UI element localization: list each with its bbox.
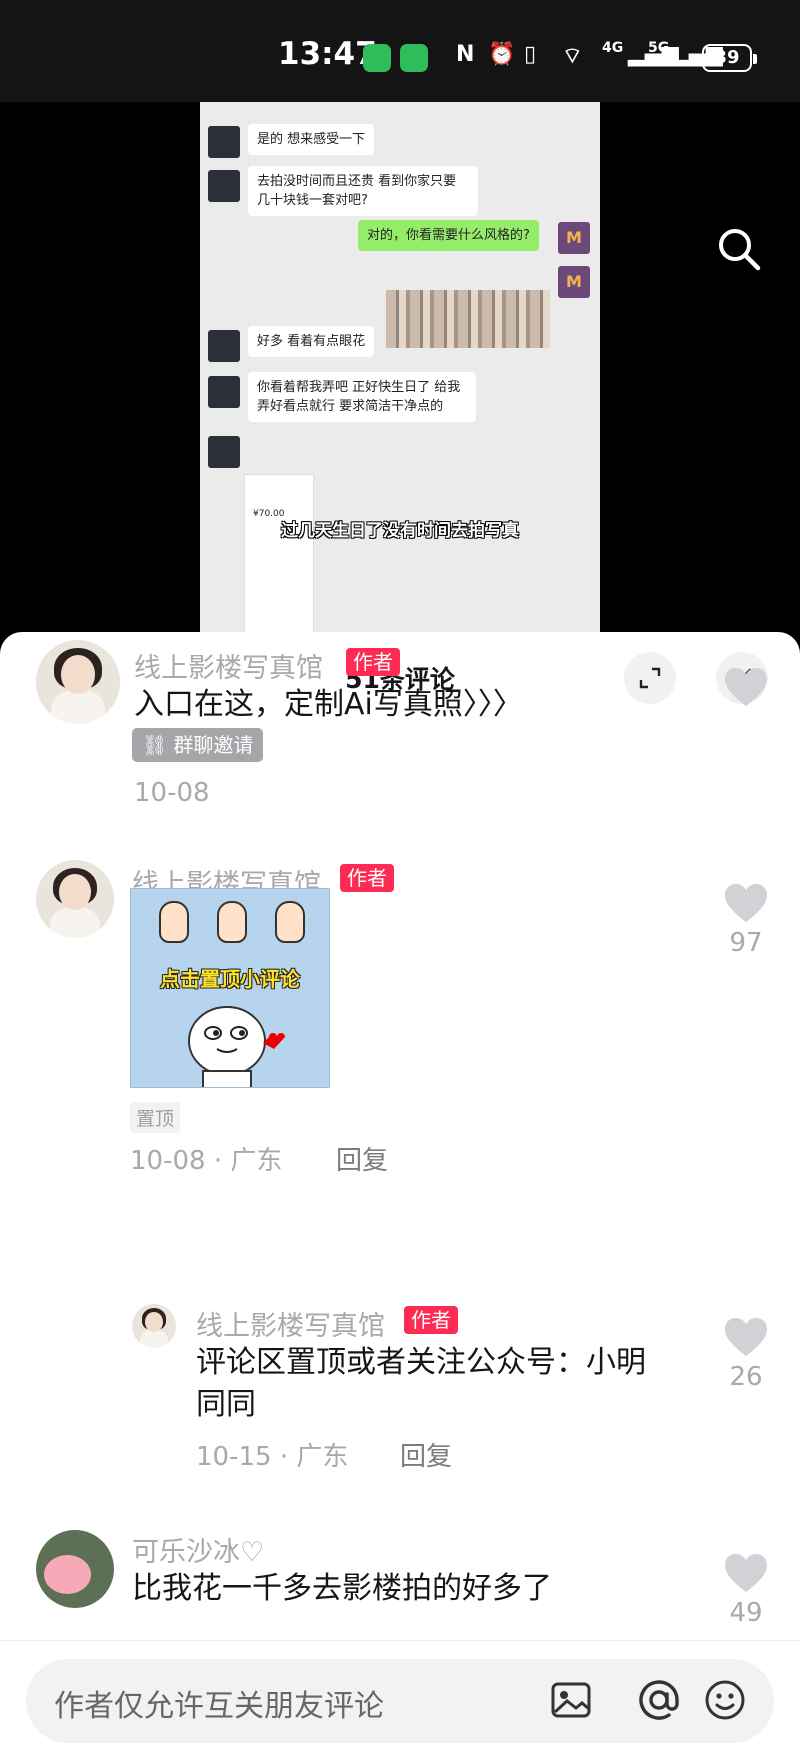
chat-avatar bbox=[208, 376, 240, 408]
chat-message: 对的，你看需要什么风格的? bbox=[358, 220, 539, 251]
comment-sticker-image[interactable]: 点击置顶小评论 bbox=[130, 888, 330, 1088]
comment-date-location: 10-08 · 广东 bbox=[130, 1146, 283, 1176]
comments-sheet: 51条评论 线上影楼写真馆 作者 入口在这，定制Ai写真照〉〉〉 ⛓ 群聊邀请 … bbox=[0, 632, 800, 1760]
comment-text: 比我花一千多去影楼拍的好多了 bbox=[132, 1571, 552, 1606]
app-notification-icon bbox=[400, 44, 428, 72]
sticker-caption: 点击置顶小评论 bbox=[160, 967, 300, 991]
battery-indicator: 39 bbox=[702, 44, 757, 72]
comment-item: 线上影楼写真馆 作者 入口在这，定制Ai写真照〉〉〉 ⛓ 群聊邀请 10-08 bbox=[0, 640, 800, 830]
avatar[interactable] bbox=[132, 1304, 176, 1348]
network-5g-label: 5G bbox=[648, 40, 670, 56]
like-count: 97 bbox=[729, 928, 763, 958]
like-count: 26 bbox=[729, 1362, 763, 1392]
finger-emoji-icon bbox=[159, 901, 189, 943]
status-time: 13:47 bbox=[278, 36, 377, 72]
comment-text: 入口在这，定制Ai写真照〉〉〉 bbox=[134, 687, 523, 722]
heart-icon bbox=[725, 884, 767, 922]
status-bar: 13:47 N ⏰ ▯ ⌔ 4G ▂▄▆ 5G ▂▄▆ 39 bbox=[0, 0, 800, 102]
search-icon[interactable] bbox=[716, 226, 762, 272]
comment-item: 可乐沙冰♡ 比我花一千多去影楼拍的好多了 49 bbox=[0, 1530, 800, 1640]
heart-icon bbox=[725, 1318, 767, 1356]
comment-text-line: 同同 bbox=[196, 1387, 256, 1422]
comment-username[interactable]: 线上影楼写真馆 bbox=[134, 646, 323, 685]
wifi-icon: ⌔ bbox=[562, 44, 583, 69]
reply-button[interactable]: 回复 bbox=[336, 1140, 388, 1177]
comment-input[interactable]: 作者仅允许互关朋友评论 bbox=[26, 1659, 774, 1743]
comment-username[interactable]: 可乐沙冰♡ bbox=[132, 1530, 264, 1569]
chat-avatar-self: M bbox=[558, 222, 590, 254]
chat-message: 你看着帮我弄吧 正好快生日了 给我弄好看点就行 要求简洁干净点的 bbox=[248, 372, 476, 422]
chat-avatar bbox=[208, 330, 240, 362]
video-player[interactable]: 是的 想来感受一下 去拍没时间而且还贵 看到你家只要几十块钱一套对吧? 对的，你… bbox=[0, 102, 800, 662]
pinned-badge: 置顶 bbox=[130, 1102, 181, 1133]
avatar[interactable] bbox=[36, 1530, 114, 1608]
chat-screenshot: 是的 想来感受一下 去拍没时间而且还贵 看到你家只要几十块钱一套对吧? 对的，你… bbox=[200, 102, 600, 662]
author-badge: 作者 bbox=[404, 1306, 458, 1334]
vibrate-icon: ▯ bbox=[524, 42, 537, 67]
link-icon: ⛓ bbox=[142, 733, 168, 757]
cartoon-character-icon bbox=[188, 1006, 285, 1087]
image-icon[interactable] bbox=[548, 1677, 594, 1723]
reply-button[interactable]: 回复 bbox=[400, 1436, 452, 1473]
group-chat-invite-label: 群聊邀请 bbox=[173, 733, 254, 757]
comment-input-placeholder: 作者仅允许互关朋友评论 bbox=[54, 1689, 384, 1724]
author-badge: 作者 bbox=[346, 648, 400, 676]
wechat-notification-icon bbox=[363, 44, 391, 72]
like-count: 49 bbox=[729, 1598, 763, 1628]
network-4g-label: 4G bbox=[602, 40, 624, 56]
avatar[interactable] bbox=[36, 860, 114, 938]
finger-emoji-icon bbox=[217, 901, 247, 943]
chat-message: 好多 看着有点眼花 bbox=[248, 326, 375, 357]
like-button[interactable]: 97 bbox=[716, 882, 776, 958]
like-button[interactable]: 49 bbox=[716, 1552, 776, 1628]
heart-icon bbox=[725, 668, 767, 706]
chat-message: 是的 想来感受一下 bbox=[248, 124, 375, 155]
heart-icon bbox=[725, 1554, 767, 1592]
comment-username[interactable]: 线上影楼写真馆 bbox=[196, 1304, 385, 1343]
chat-avatar-self: M bbox=[558, 266, 590, 298]
alarm-icon: ⏰ bbox=[488, 42, 516, 67]
video-caption: 过几天生日了没有时间去拍写真 bbox=[281, 521, 519, 541]
comment-date: 10-08 bbox=[134, 778, 210, 808]
reply-item: 线上影楼写真馆 作者 评论区置顶或者关注公众号：小明 同同 10-15 · 广东… bbox=[0, 1304, 800, 1504]
group-chat-invite-chip[interactable]: ⛓ 群聊邀请 bbox=[132, 728, 264, 762]
chat-avatar bbox=[208, 126, 240, 158]
comment-input-bar: 作者仅允许互关朋友评论 bbox=[0, 1640, 800, 1760]
like-button[interactable] bbox=[716, 666, 776, 708]
comment-item: 线上影楼写真馆 作者 97 bbox=[0, 860, 800, 1200]
like-button[interactable]: 26 bbox=[716, 1316, 776, 1392]
nfc-icon: N bbox=[456, 42, 475, 67]
mention-icon[interactable] bbox=[636, 1677, 682, 1723]
chat-message: 去拍没时间而且还贵 看到你家只要几十块钱一套对吧? bbox=[248, 166, 478, 216]
avatar[interactable] bbox=[36, 640, 120, 724]
chat-avatar bbox=[208, 436, 240, 468]
image-grid bbox=[386, 290, 550, 348]
comment-date-location: 10-15 · 广东 bbox=[196, 1442, 349, 1472]
chat-avatar bbox=[208, 170, 240, 202]
finger-emoji-icon bbox=[275, 901, 305, 943]
emoji-icon[interactable] bbox=[702, 1677, 748, 1723]
comment-text-line: 评论区置顶或者关注公众号：小明 bbox=[196, 1345, 646, 1380]
author-badge: 作者 bbox=[340, 864, 394, 892]
